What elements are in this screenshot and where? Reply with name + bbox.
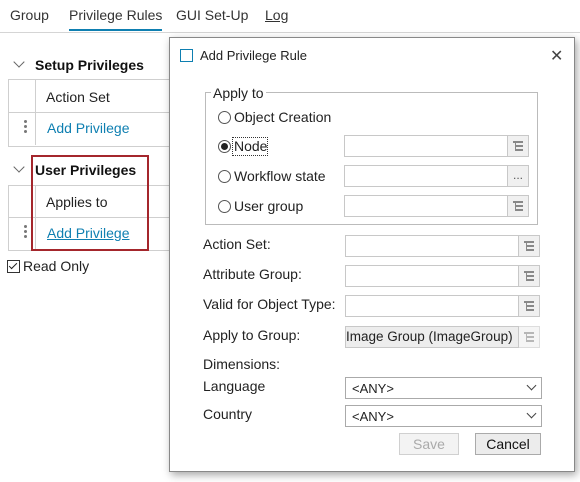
chevron-down-icon [526,380,537,391]
row-divider [8,112,178,113]
cancel-button[interactable]: Cancel [475,433,541,455]
object-creation-label: Object Creation [234,109,332,125]
valid-for-object-type-input[interactable] [345,295,519,317]
apply-to-group-value: Image Group (ImageGroup) [346,329,513,344]
action-set-label: Action Set: [203,236,271,252]
window-icon [180,49,193,62]
row-menu-icon[interactable] [24,120,27,135]
dialog-title-bar[interactable]: Add Privilege Rule ✕ [170,38,574,72]
highlight-box [31,155,149,251]
country-select[interactable]: <ANY> [345,405,542,427]
language-value: <ANY> [352,381,394,396]
apply-to-group-label: Apply to Group: [203,327,301,343]
apply-to-group-tree-picker-icon [518,326,540,348]
tab-group[interactable]: Group [10,7,49,23]
radio-node[interactable] [218,140,231,153]
dimensions-label: Dimensions: [203,356,281,372]
action-set-tree-picker-icon[interactable] [518,235,540,257]
workflow-state-label: Workflow state [234,168,326,184]
tab-privilege-rules[interactable]: Privilege Rules [69,7,163,31]
attribute-group-input[interactable] [345,265,519,287]
language-label: Language [203,378,266,394]
row-menu-icon[interactable] [24,225,27,240]
add-privilege-rule-dialog: Add Privilege Rule ✕ Apply to Object Cre… [169,37,575,472]
workflow-state-input[interactable] [344,165,508,187]
read-only-checkbox[interactable] [7,260,20,273]
node-input[interactable] [344,135,508,157]
country-label: Country [203,406,253,422]
column-header-action-set: Action Set [46,89,110,105]
column-divider [35,79,36,145]
collapse-chevron-icon[interactable] [13,161,25,173]
node-tree-picker-icon[interactable] [507,135,529,157]
workflow-state-browse-button[interactable]: ... [507,165,529,187]
action-set-input[interactable] [345,235,519,257]
user-group-tree-picker-icon[interactable] [507,195,529,217]
dialog-title: Add Privilege Rule [200,48,307,63]
save-button[interactable]: Save [399,433,459,455]
apply-to-legend: Apply to [211,85,266,101]
radio-workflow-state[interactable] [218,170,231,183]
tab-log[interactable]: Log [265,7,288,23]
country-value: <ANY> [352,409,394,424]
collapse-chevron-icon[interactable] [13,56,25,68]
user-group-label: User group [234,198,304,214]
setup-add-privilege-link[interactable]: Add Privilege [47,120,130,136]
attribute-group-tree-picker-icon[interactable] [518,265,540,287]
radio-user-group[interactable] [218,200,231,213]
focus-indicator [232,137,268,156]
valid-for-object-type-label: Valid for Object Type: [203,296,336,312]
tab-gui-setup[interactable]: GUI Set-Up [176,7,248,23]
attribute-group-label: Attribute Group: [203,266,302,282]
user-group-input[interactable] [344,195,508,217]
read-only-label: Read Only [23,258,90,274]
tab-divider [0,32,580,33]
apply-to-group-input: Image Group (ImageGroup) [345,326,519,348]
radio-object-creation[interactable] [218,111,231,124]
chevron-down-icon [526,408,537,419]
language-select[interactable]: <ANY> [345,377,542,399]
object-type-tree-picker-icon[interactable] [518,295,540,317]
ellipsis-icon: ... [513,168,524,182]
setup-privileges-title: Setup Privileges [35,57,144,73]
close-icon[interactable]: ✕ [550,46,563,66]
